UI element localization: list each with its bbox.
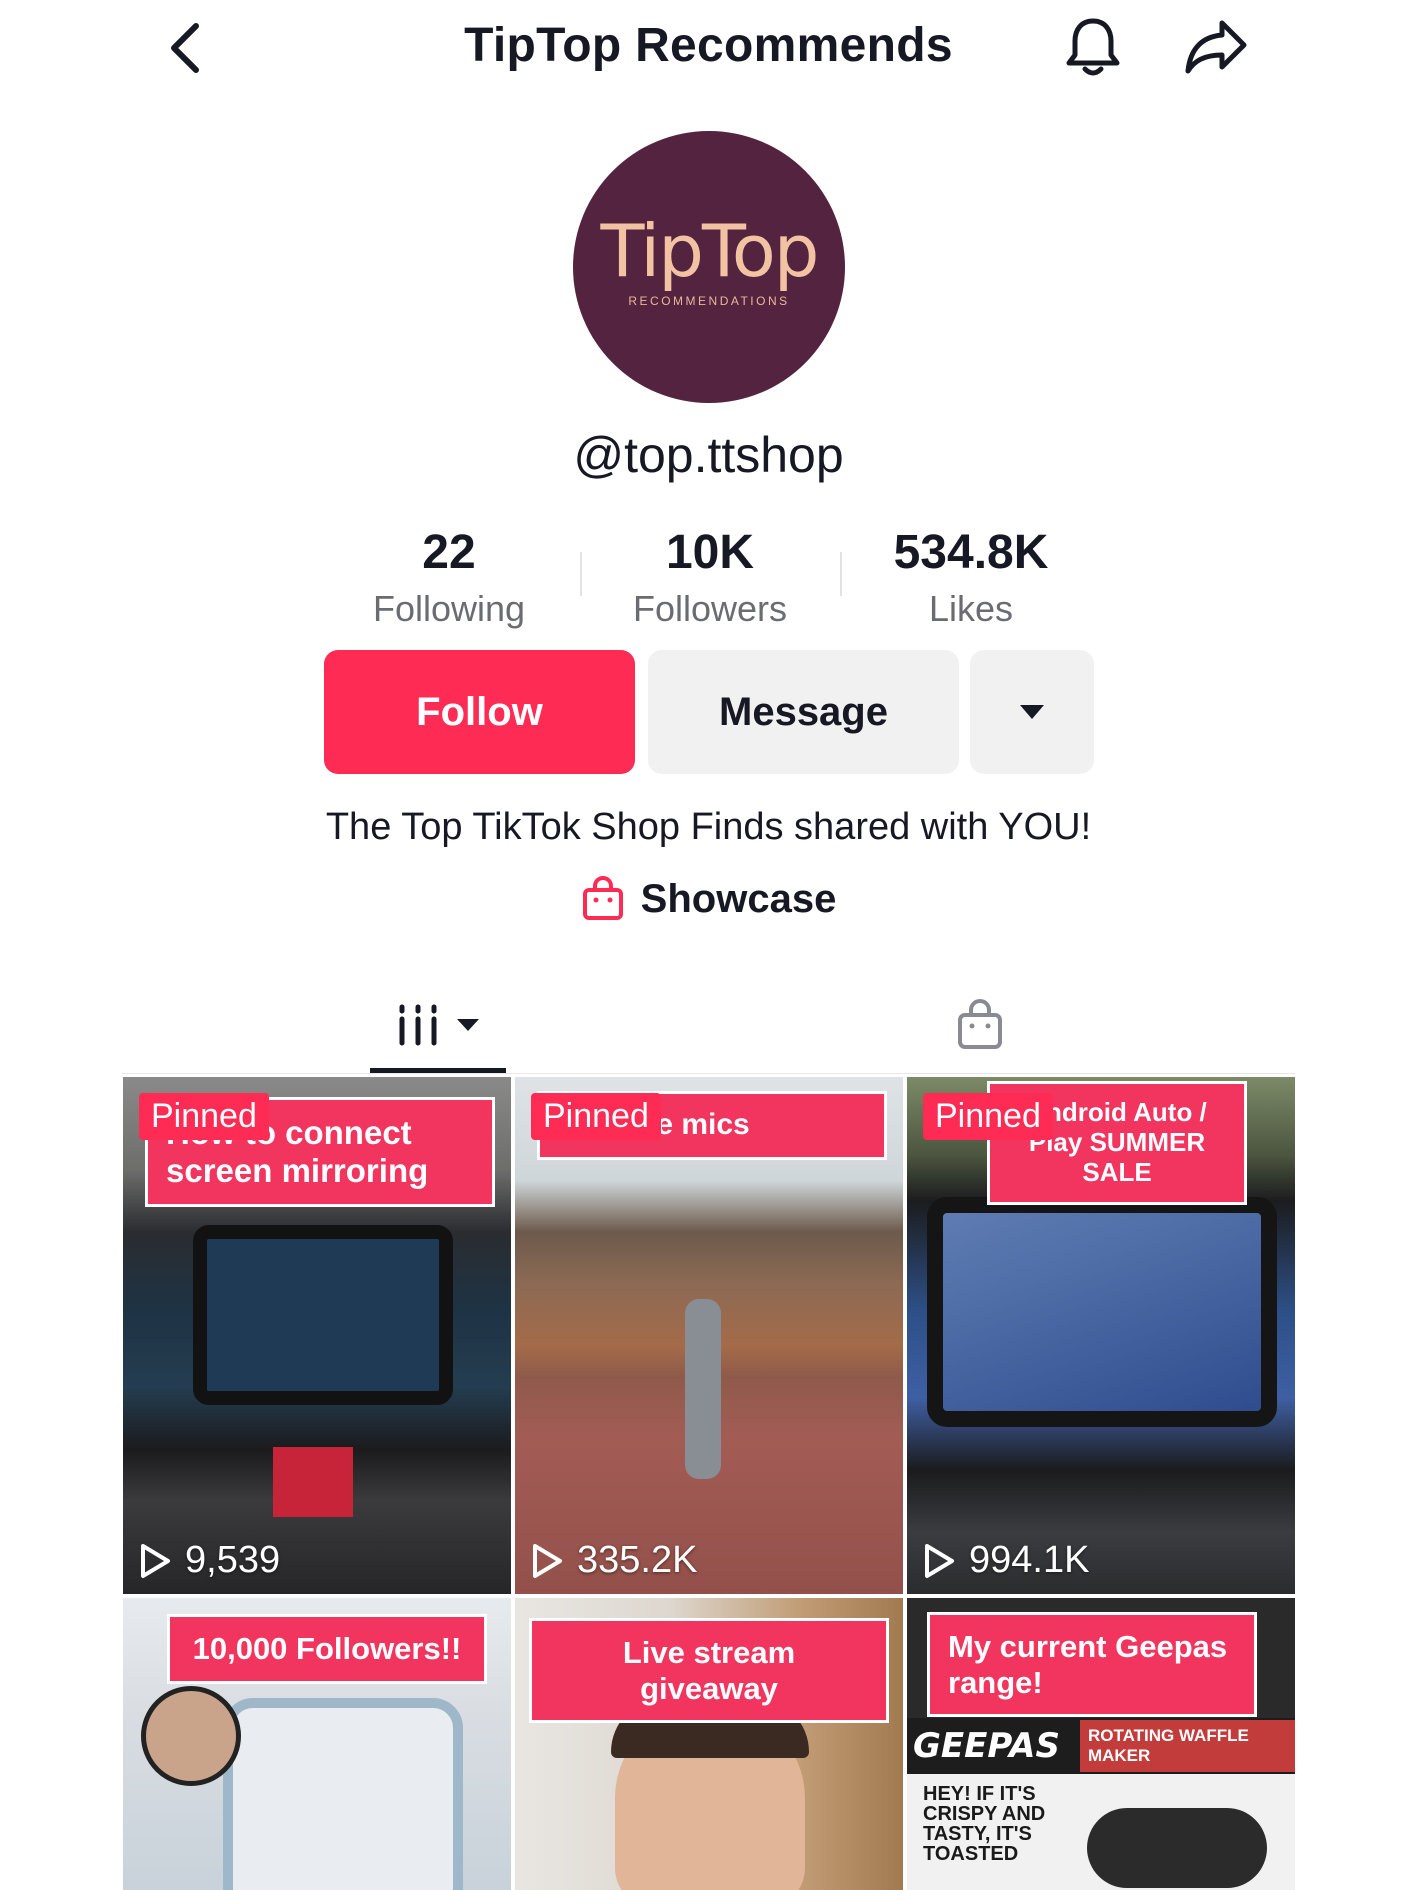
pinned-badge: Pinned bbox=[531, 1093, 661, 1140]
avatar[interactable]: TipTop RECOMMENDATIONS bbox=[573, 131, 845, 403]
car-screen bbox=[927, 1197, 1277, 1427]
stat-value: 534.8K bbox=[893, 526, 1049, 579]
grid-lines-icon bbox=[399, 1004, 437, 1046]
top-bar: TipTop Recommends bbox=[0, 0, 1417, 100]
profile-bio: The Top TikTok Shop Finds shared with YO… bbox=[325, 806, 1092, 848]
view-count: 994.1K bbox=[923, 1539, 1089, 1582]
hazard-button bbox=[273, 1447, 353, 1517]
stat-label: Followers bbox=[632, 588, 788, 629]
tab-divider bbox=[122, 1073, 1296, 1074]
pinned-badge: Pinned bbox=[139, 1093, 269, 1140]
shopping-bag-icon bbox=[958, 999, 1002, 1049]
share-button[interactable] bbox=[1180, 14, 1252, 80]
view-count-value: 335.2K bbox=[577, 1539, 698, 1581]
follow-button[interactable]: Follow bbox=[324, 650, 635, 774]
shopping-bag-icon bbox=[582, 876, 623, 920]
showcase-label: Showcase bbox=[640, 876, 837, 921]
avatar-logo-text: TipTop bbox=[600, 209, 820, 293]
username-handle: @top.ttshop bbox=[573, 427, 844, 483]
caret-down-icon bbox=[457, 1019, 479, 1031]
stat-likes[interactable]: 534.8K Likes bbox=[861, 525, 1081, 630]
stat-value: 22 bbox=[422, 526, 476, 579]
video-thumbnail[interactable]: Live stream giveaway bbox=[515, 1598, 903, 1890]
video-thumbnail[interactable]: Pinned Android Auto / Play SUMMER SALE 9… bbox=[907, 1077, 1295, 1594]
stat-label: Following bbox=[372, 588, 526, 629]
share-icon bbox=[1185, 20, 1247, 74]
video-thumbnail[interactable]: GEEPAS ROTATING WAFFLE MAKER HEY! IF IT'… bbox=[907, 1598, 1295, 1890]
bell-icon bbox=[1066, 18, 1120, 76]
avatar-logo-subtext: RECOMMENDATIONS bbox=[628, 294, 790, 308]
message-button[interactable]: Message bbox=[648, 650, 959, 774]
stat-value: 10K bbox=[665, 526, 755, 579]
phone-mockup bbox=[223, 1698, 463, 1890]
stat-divider bbox=[840, 552, 842, 596]
face-avatar bbox=[141, 1686, 241, 1786]
showcase-link[interactable]: Showcase bbox=[0, 876, 1417, 922]
stat-following[interactable]: 22 Following bbox=[339, 525, 559, 630]
car-screen bbox=[193, 1225, 453, 1405]
more-options-button[interactable] bbox=[970, 650, 1094, 774]
waffle-maker-image bbox=[1087, 1808, 1267, 1888]
caret-down-icon bbox=[1020, 705, 1044, 719]
person-figure bbox=[685, 1299, 721, 1479]
video-caption: My current Geepas range! bbox=[927, 1612, 1257, 1718]
tab-videos[interactable] bbox=[370, 980, 506, 1070]
video-thumbnail[interactable]: Pinned s phone mics 335.2K bbox=[515, 1077, 903, 1594]
video-thumbnail[interactable]: Pinned How to connect screen mirroring 9… bbox=[123, 1077, 511, 1594]
video-thumbnail[interactable]: 10,000 Followers!! bbox=[123, 1598, 511, 1890]
stat-divider bbox=[580, 552, 582, 596]
product-label: ROTATING WAFFLE MAKER bbox=[1079, 1720, 1295, 1772]
pinned-badge: Pinned bbox=[923, 1093, 1053, 1140]
stat-label: Likes bbox=[928, 588, 1014, 629]
view-count-value: 994.1K bbox=[969, 1539, 1090, 1581]
ad-text: HEY! IF IT'S CRISPY AND TASTY, IT'S TOAS… bbox=[923, 1783, 1046, 1865]
product-banner: GEEPAS ROTATING WAFFLE MAKER bbox=[907, 1718, 1295, 1774]
notifications-button[interactable] bbox=[1060, 14, 1126, 80]
stat-followers[interactable]: 10K Followers bbox=[600, 525, 820, 630]
play-icon bbox=[533, 1543, 562, 1578]
video-caption: Live stream giveaway bbox=[529, 1618, 889, 1724]
view-count: 335.2K bbox=[531, 1539, 697, 1582]
tab-shop[interactable] bbox=[910, 980, 1050, 1070]
view-count: 9,539 bbox=[139, 1539, 280, 1582]
view-count-value: 9,539 bbox=[185, 1539, 281, 1581]
play-icon bbox=[141, 1543, 170, 1578]
brand-label: GEEPAS bbox=[913, 1726, 1060, 1766]
video-caption: 10,000 Followers!! bbox=[167, 1614, 487, 1684]
play-icon bbox=[925, 1543, 954, 1578]
